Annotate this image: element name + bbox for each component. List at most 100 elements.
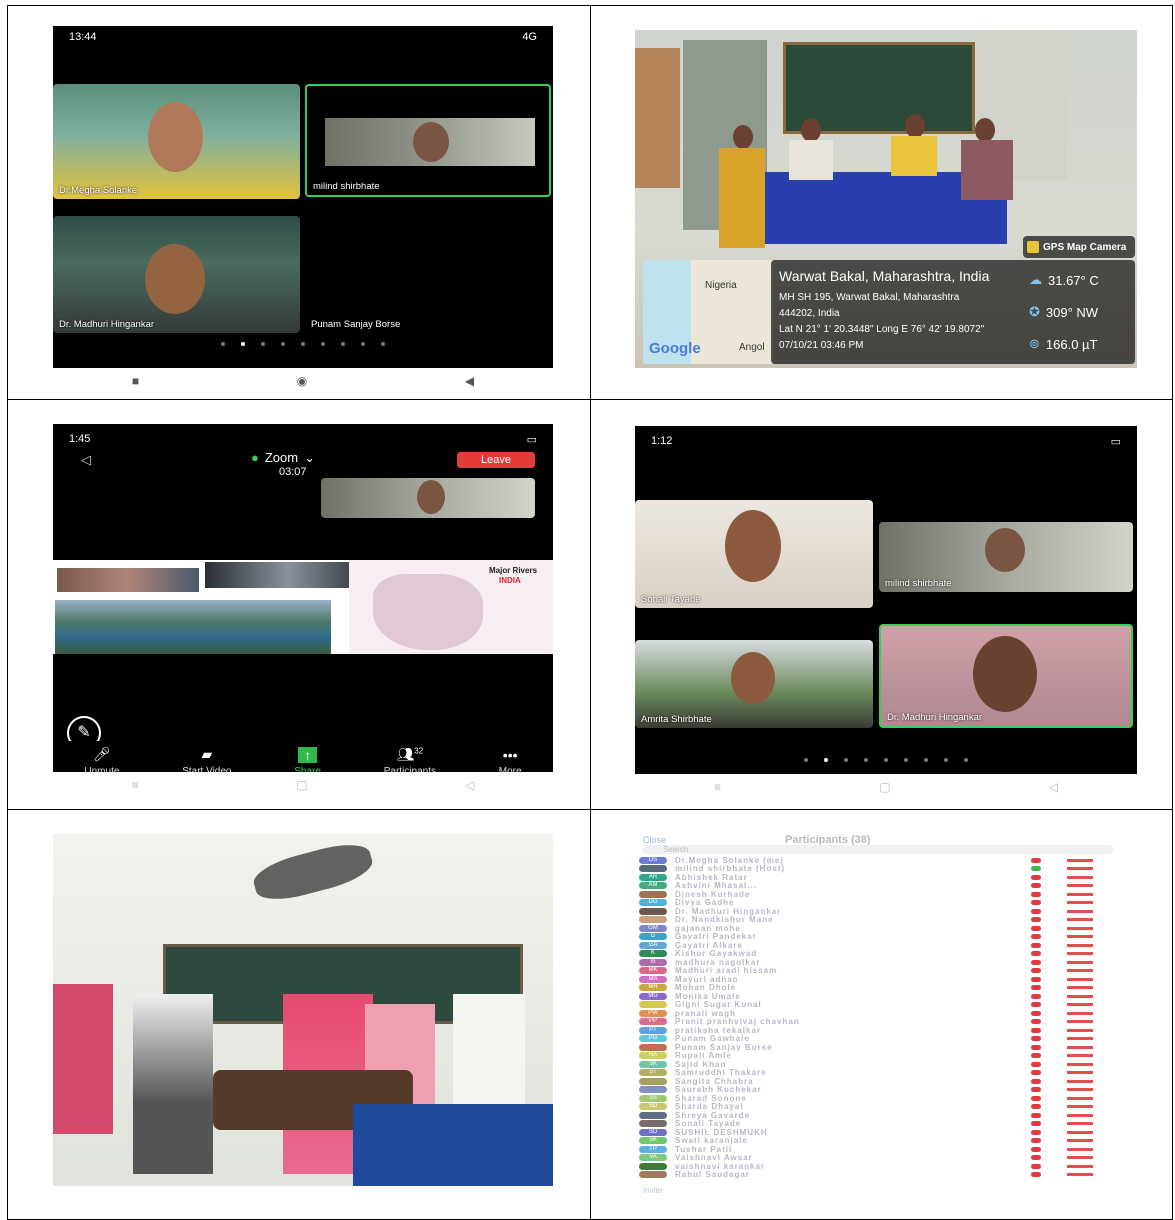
participant-row[interactable]: VA Vaishnavi Awsar [635,1153,1121,1162]
person-dress [961,140,1013,200]
participant-row[interactable]: AM Ashvini Mhasal... [635,881,1121,890]
participant-row[interactable]: Punam Sanjay Borse [635,1043,1121,1052]
participant-row[interactable]: Gigni Sugar Kunal [635,1000,1121,1009]
avatar: SD [639,1128,667,1136]
back-icon[interactable]: ◀ [465,374,474,388]
participant-row[interactable]: Sonali Tayade [635,1119,1121,1128]
menu-icon[interactable]: ≡ [714,780,721,794]
page-dot[interactable] [844,758,848,762]
video-off-icon [1067,969,1093,973]
page-dot[interactable] [864,758,868,762]
video-off-icon [1067,1028,1093,1032]
participant-row[interactable]: GA Gayatri Alkare [635,941,1121,950]
page-dot[interactable] [261,342,265,346]
mic-muted-icon [1031,1078,1041,1084]
participant-row[interactable]: RA Rupali Amle [635,1051,1121,1060]
mic-muted-icon [1031,891,1041,897]
participant-row[interactable]: ST Samruddhi Thakare [635,1068,1121,1077]
page-dot[interactable] [321,342,325,346]
participant-row[interactable]: PW pranali wagh [635,1009,1121,1018]
page-dot[interactable] [281,342,285,346]
status-bar: 13:44 4G [53,26,553,48]
menu-icon[interactable]: ≡ [132,778,139,792]
participant-row[interactable]: Rahul Saudagar [635,1170,1121,1179]
participant-row[interactable]: SD Sharda Dhayal [635,1102,1121,1111]
participant-row[interactable]: MU Monika Umale [635,992,1121,1001]
page-dot[interactable] [904,758,908,762]
participant-row[interactable]: DS Dr.Megha Solanke (me) [635,856,1121,865]
participant-row[interactable]: AR Abhishek Ratar [635,873,1121,882]
participant-row[interactable]: Dr. Madhuri Hingankar [635,907,1121,916]
participant-row[interactable]: G Gayatri Pandekar [635,932,1121,941]
participant-row[interactable]: m madhura nagolkar [635,958,1121,967]
avatar [639,1086,667,1094]
video-tile-active-speaker[interactable]: Dr. Madhuri Hingankar [879,624,1133,728]
participant-row[interactable]: milind shirbhate (Host) [635,864,1121,873]
page-dot[interactable] [341,342,345,346]
home-icon[interactable]: ◉ [297,374,307,388]
invite-button[interactable]: Invite [643,1186,662,1194]
mic-muted-icon [1031,976,1041,982]
participant-row[interactable]: PP Pranit pranhvivaj chavhan [635,1017,1121,1026]
video-tile-active-speaker[interactable]: milind shirbhate [305,84,551,197]
participant-row[interactable]: SK Swati karanjale [635,1136,1121,1145]
page-dot[interactable] [361,342,365,346]
video-off-icon [1067,892,1093,896]
participant-row[interactable]: MA Mayuri adhao [635,975,1121,984]
participant-row[interactable]: vaishnavi karankar [635,1162,1121,1171]
participant-row[interactable]: Shreya Gavarde [635,1111,1121,1120]
back-icon[interactable]: ◁ [465,778,474,792]
speaker-icon[interactable]: ◁ [81,452,91,468]
participant-row[interactable]: DG Divya Gadhe [635,898,1121,907]
video-tile[interactable]: milind shirbhate [879,522,1133,592]
video-frame [325,118,535,166]
participant-row[interactable]: K Kishor Gayakwad [635,949,1121,958]
mic-muted-icon [1031,917,1041,923]
video-tile[interactable]: Sonali Tayade [635,500,873,608]
close-button[interactable]: Close [643,835,666,845]
participant-row[interactable]: PG Punam Gawhale [635,1034,1121,1043]
video-tile[interactable]: Dr.Megha Solanke [53,84,300,199]
back-icon[interactable]: ◁ [1049,780,1058,794]
meeting-header[interactable]: ● Zoom ⌄ [251,450,315,466]
participant-row[interactable]: GM gajanan mohe [635,924,1121,933]
video-tile[interactable]: Amrita Shirbhate [635,640,873,728]
search-input[interactable]: Search [643,845,1113,854]
participant-row[interactable]: Dinesh Kurhade [635,890,1121,899]
participant-row[interactable]: MR Mohan Dhole [635,983,1121,992]
page-dot[interactable] [221,342,225,346]
phone-screen: 13:44 4G Dr.Megha Solanke milind shirbha… [53,26,553,392]
participant-row[interactable]: Dr. Nandkishor Mane [635,915,1121,924]
mic-muted-icon [1031,968,1041,974]
home-icon[interactable]: ▢ [879,780,890,794]
person-saree [53,984,113,1134]
page-dot[interactable] [301,342,305,346]
page-dot[interactable] [964,758,968,762]
home-icon[interactable]: ▢ [296,778,307,792]
page-dot-active[interactable] [824,758,828,762]
participant-row[interactable]: SK Sajid Khan [635,1060,1121,1069]
page-dot[interactable] [804,758,808,762]
video-tile-no-video[interactable]: Punam Sanjay Borse [305,216,551,333]
participant-row[interactable]: MK Madhuri aradi hissam [635,966,1121,975]
page-indicator [53,342,553,346]
recents-icon[interactable]: ■ [132,374,139,388]
page-dot[interactable] [944,758,948,762]
page-dot[interactable] [884,758,888,762]
temperature-value: 31.67° C [1048,272,1099,288]
video-tile[interactable]: Dr. Madhuri Hingankar [53,216,300,333]
participant-row[interactable]: Saurabh Kuchekar [635,1085,1121,1094]
participant-row[interactable]: PT pratiksha tekalkar [635,1026,1121,1035]
participant-row[interactable]: SD SUSHIL DESHMUKH [635,1128,1121,1137]
video-off-icon [1067,977,1093,981]
page-dot[interactable] [924,758,928,762]
coordinates: Lat N 21° 1' 20.3448" Long E 76° 42' 19.… [779,324,985,335]
participant-row[interactable]: Sangita Chhabra [635,1077,1121,1086]
page-dot[interactable] [381,342,385,346]
leave-button[interactable]: Leave [457,452,535,468]
self-view-tile[interactable] [321,478,535,518]
page-dot-active[interactable] [241,342,245,346]
participant-row[interactable]: SS Sharad Sonone [635,1094,1121,1103]
gps-app-icon [1027,241,1039,253]
participant-row[interactable]: TP Tushar Patil [635,1145,1121,1154]
